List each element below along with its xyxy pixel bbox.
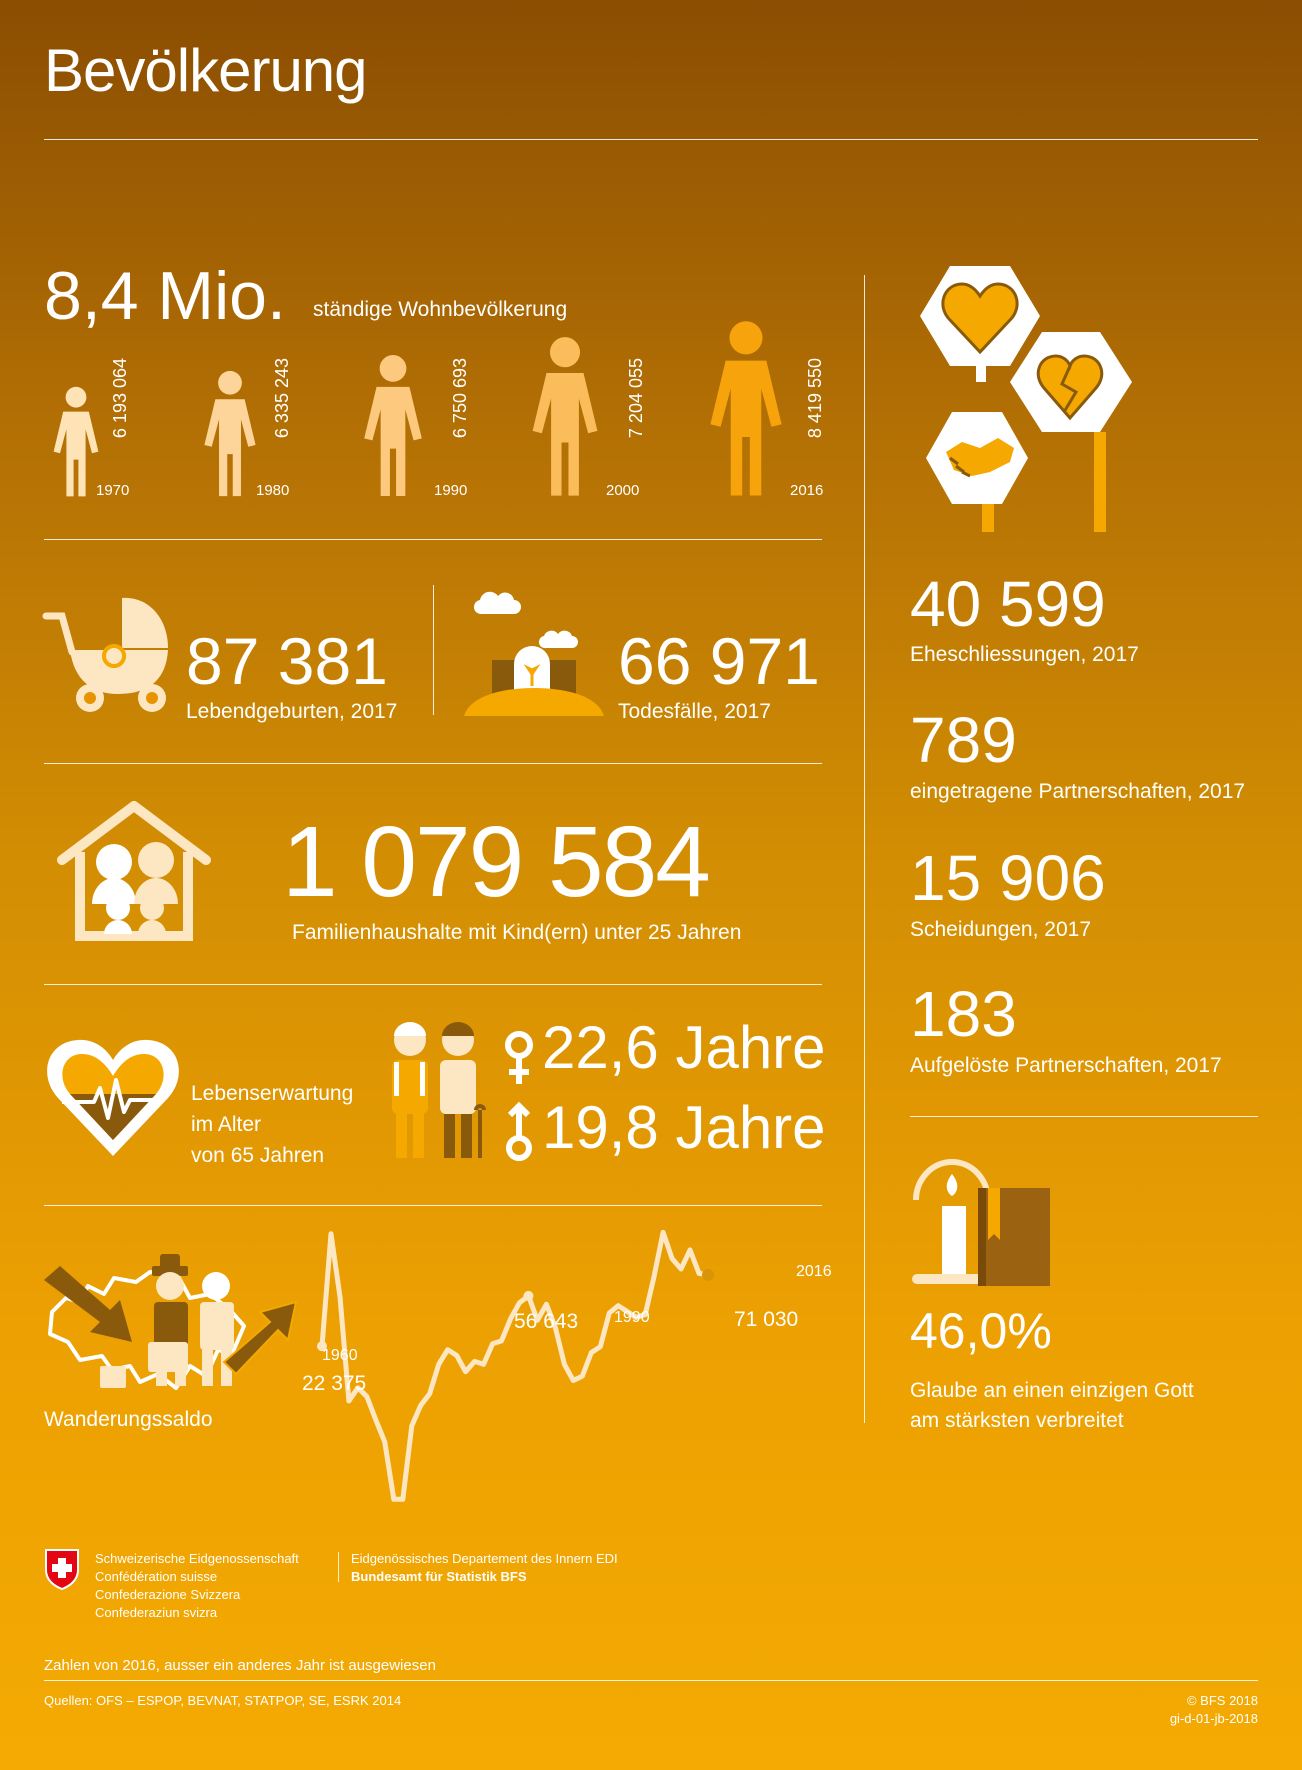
religion-value: 46,0%: [910, 1303, 1052, 1359]
dissolved-partnerships-label: Aufgelöste Partnerschaften, 2017: [910, 1054, 1222, 1077]
population-value-1970: 6 193 064: [110, 358, 130, 439]
religion-label-line-1: Glaube an einen einzigen Gott: [910, 1379, 1194, 1402]
footer-logo-divider: [338, 1552, 339, 1582]
population-year-2016: 2016: [790, 482, 824, 499]
sidebar-divider: [910, 1116, 1258, 1117]
migration-point-1990: [523, 1290, 534, 1301]
person-icon-1990: [364, 355, 422, 496]
section-divider: [44, 763, 822, 764]
deaths-label: Todesfälle, 2017: [618, 700, 771, 723]
life-expectancy-label-line-1: Lebenserwartung: [191, 1082, 354, 1105]
candle-and-book-icon: [912, 1159, 1050, 1286]
female-life-expectancy: 22,6 Jahre: [542, 1014, 826, 1081]
population-value-1980: 6 335 243: [272, 358, 292, 439]
elderly-couple-icon: [392, 1022, 486, 1158]
migration-point-2016: [702, 1268, 714, 1281]
marriages-label: Eheschliessungen, 2017: [910, 643, 1139, 666]
heart-rate-icon: [47, 1039, 179, 1156]
population-year-1970: 1970: [96, 482, 130, 499]
office-name: Bundesamt für Statistik BFS: [351, 1569, 527, 1584]
confederation-line-rm: Confederaziun svizra: [95, 1605, 218, 1620]
religion-label-line-2: am stärksten verbreitet: [910, 1409, 1124, 1432]
births-deaths-divider: [433, 585, 434, 715]
page-title: Bevölkerung: [44, 37, 368, 104]
footer-code: gi-d-01-jb-2018: [1169, 1711, 1258, 1726]
population-headline: 8,4 Mio.: [44, 258, 286, 334]
population-year-2000: 2000: [606, 482, 640, 499]
person-icon-2016: [710, 321, 782, 496]
footer-copyright-block: © BFS 2018 gi-d-01-jb-2018: [1170, 1692, 1258, 1728]
life-expectancy-label-line-3: von 65 Jahren: [191, 1144, 325, 1167]
life-expectancy-label-line-2: im Alter: [191, 1113, 262, 1136]
population-year-1980: 1980: [256, 482, 290, 499]
migration-icon: [44, 1254, 298, 1390]
migration-line-chart: [317, 1229, 714, 1502]
migration-series-line: [319, 1229, 709, 1502]
footer-copyright: © BFS 2018: [1186, 1693, 1258, 1708]
partnerships-label: eingetragene Partnerschaften, 2017: [910, 780, 1246, 803]
migration-mid-value: 56 643: [514, 1310, 579, 1333]
households-value: 1 079 584: [282, 806, 711, 918]
male-life-expectancy: 19,8 Jahre: [542, 1094, 826, 1161]
section-divider: [44, 984, 822, 985]
religion-label: Glaube an einen einzigen Gott am stärkst…: [910, 1376, 1194, 1436]
confederation-line-fr: Confédération suisse: [95, 1569, 218, 1584]
person-icon-2000: [532, 337, 598, 496]
female-symbol-icon: [505, 1031, 533, 1084]
divorces-label: Scheidungen, 2017: [910, 918, 1091, 941]
migration-label: Wanderungssaldo: [44, 1408, 213, 1431]
life-expectancy-label: Lebenserwartung im Alter von 65 Jahren: [191, 1078, 353, 1171]
confederation-line-de: Schweizerische Eidgenossenschaft: [95, 1551, 299, 1566]
population-year-1990: 1990: [434, 482, 468, 499]
footer-sources: Quellen: OFS – ESPOP, BEVNAT, STATPOP, S…: [44, 1693, 402, 1708]
divorces-value: 15 906: [910, 842, 1106, 914]
deaths-value: 66 971: [618, 624, 820, 698]
person-icon-1980: [204, 370, 256, 497]
baby-stroller-icon: [42, 597, 168, 712]
grave-icon: [464, 591, 604, 716]
population-value-2000: 7 204 055: [626, 358, 646, 439]
confederation-names: Schweizerische Eidgenossenschaft Confédé…: [95, 1550, 299, 1622]
births-label: Lebendgeburten, 2017: [186, 700, 398, 723]
marriages-value: 40 599: [910, 568, 1106, 640]
migration-start-year: 1960: [322, 1347, 358, 1364]
column-divider: [864, 275, 865, 1423]
migration-end-year: 2016: [796, 1263, 832, 1280]
infographic-page: { "title": "Bevölkerung", "population": …: [0, 0, 1302, 1770]
households-label: Familienhaushalte mit Kind(ern) unter 25…: [292, 921, 742, 944]
swiss-coat-of-arms-logo: [45, 1549, 79, 1591]
footer-note: Zahlen von 2016, ausser ein anderes Jahr…: [44, 1657, 436, 1674]
section-divider: [44, 539, 822, 540]
family-house-icon: [57, 801, 211, 941]
population-value-2016: 8 419 550: [805, 358, 825, 439]
title-divider: [44, 139, 1258, 140]
migration-start-value: 22 375: [302, 1372, 367, 1395]
confederation-line-it: Confederazione Svizzera: [95, 1587, 241, 1602]
male-symbol-icon: [506, 1101, 532, 1161]
partnerships-value: 789: [910, 704, 1017, 776]
department-name: Eidgenössisches Departement des Innern E…: [351, 1551, 618, 1566]
migration-mid-year: 1990: [614, 1309, 650, 1326]
population-value-1990: 6 750 693: [450, 358, 470, 439]
births-value: 87 381: [186, 624, 388, 698]
footer-divider: [44, 1680, 1258, 1681]
migration-end-value: 71 030: [734, 1308, 799, 1331]
section-divider: [44, 1205, 822, 1206]
relationships-icon: [920, 266, 1132, 532]
dissolved-partnerships-value: 183: [910, 978, 1017, 1050]
population-headline-label: ständige Wohnbevölkerung: [313, 298, 568, 321]
